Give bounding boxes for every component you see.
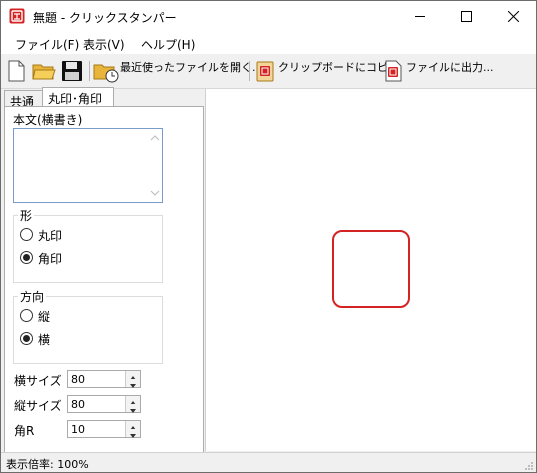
recent-files-icon: [93, 64, 119, 83]
close-icon: [508, 11, 519, 22]
menu-help[interactable]: ヘルプ(H): [141, 36, 195, 53]
toolbar-separator: [249, 61, 250, 81]
height-value: 80: [71, 398, 85, 411]
height-spin-buttons: [125, 396, 140, 413]
tab-round-square-label: 丸印･角印: [48, 92, 103, 106]
scroll-down-icon[interactable]: [150, 188, 160, 198]
width-decrement-button[interactable]: [126, 379, 140, 388]
corner-radius-value: 10: [71, 423, 85, 436]
height-stepper[interactable]: 80: [67, 395, 141, 413]
direction-group: 方向 縦 横: [13, 288, 163, 364]
toolbar: 最近使ったファイルを開く... クリップボードにコピー ファイルに出力...: [1, 54, 536, 89]
resize-grip-icon[interactable]: [524, 461, 534, 471]
corner-radius-label: 角R: [14, 424, 35, 438]
body-text-input[interactable]: [13, 128, 163, 203]
radio-shape-square-label: 角印: [38, 252, 63, 266]
title-bar: 無題 - クリックスタンパー: [1, 1, 536, 32]
app-window: 無題 - クリックスタンパー ファイル(F) 表示(V) ヘルプ(H) 最近使っ…: [0, 0, 537, 473]
arrow-down-icon: [130, 434, 136, 438]
output-file-button[interactable]: ファイルに出力...: [406, 59, 494, 75]
tab-common[interactable]: 共通: [4, 90, 44, 109]
width-spin-buttons: [125, 371, 140, 388]
stamp-preview: [332, 230, 410, 308]
close-button[interactable]: [490, 1, 536, 32]
maximize-icon: [461, 11, 472, 22]
maximize-button[interactable]: [443, 1, 489, 32]
width-value: 80: [71, 373, 85, 386]
radio-direction-vertical[interactable]: [20, 309, 33, 322]
corner-decrement-button[interactable]: [126, 429, 140, 438]
body-text-label: 本文(横書き): [13, 113, 83, 127]
arrow-down-icon: [130, 409, 136, 413]
radio-direction-horizontal[interactable]: [20, 332, 33, 345]
radio-shape-round[interactable]: [20, 228, 33, 241]
height-decrement-button[interactable]: [126, 404, 140, 413]
minimize-icon: [415, 16, 425, 17]
width-stepper[interactable]: 80: [67, 370, 141, 388]
radio-direction-vertical-label: 縦: [38, 310, 51, 324]
corner-spin-buttons: [125, 421, 140, 438]
clipboard-stamp-icon: [256, 61, 274, 82]
tab-round-square[interactable]: 丸印･角印: [42, 87, 114, 106]
menu-view[interactable]: 表示(V): [83, 36, 125, 53]
open-folder-icon[interactable]: [31, 59, 57, 83]
recent-files-button[interactable]: 最近使ったファイルを開く...: [120, 59, 263, 75]
shape-group: 形 丸印 角印: [13, 207, 163, 283]
menu-bar: ファイル(F) 表示(V) ヘルプ(H): [1, 32, 536, 54]
stamp-preview-canvas[interactable]: [205, 89, 536, 451]
copy-clipboard-button[interactable]: クリップボードにコピー: [278, 59, 399, 75]
status-bar: 表示倍率: 100%: [1, 452, 536, 472]
shape-group-title: 形: [18, 207, 35, 224]
radio-shape-round-label: 丸印: [38, 229, 63, 243]
settings-panel: 本文(横書き) 形 丸印 角印 方向 縦 横 横サイズ 80 縦サイズ 80 角…: [4, 106, 204, 453]
zoom-status: 表示倍率: 100%: [6, 458, 89, 471]
toolbar-separator: [89, 61, 90, 81]
height-label: 縦サイズ: [14, 399, 62, 413]
app-stamp-icon: [9, 8, 25, 24]
file-output-icon: [385, 60, 402, 82]
radio-direction-horizontal-label: 横: [38, 333, 51, 347]
arrow-down-icon: [130, 384, 136, 388]
scroll-up-icon[interactable]: [150, 133, 160, 143]
menu-file[interactable]: ファイル(F): [15, 36, 79, 53]
save-disk-icon[interactable]: [60, 59, 84, 83]
radio-shape-square[interactable]: [20, 251, 33, 264]
corner-radius-stepper[interactable]: 10: [67, 420, 141, 438]
window-title: 無題 - クリックスタンパー: [33, 11, 177, 25]
minimize-button[interactable]: [397, 1, 443, 32]
new-file-icon[interactable]: [5, 59, 27, 83]
direction-group-title: 方向: [18, 288, 47, 305]
width-label: 横サイズ: [14, 374, 62, 388]
